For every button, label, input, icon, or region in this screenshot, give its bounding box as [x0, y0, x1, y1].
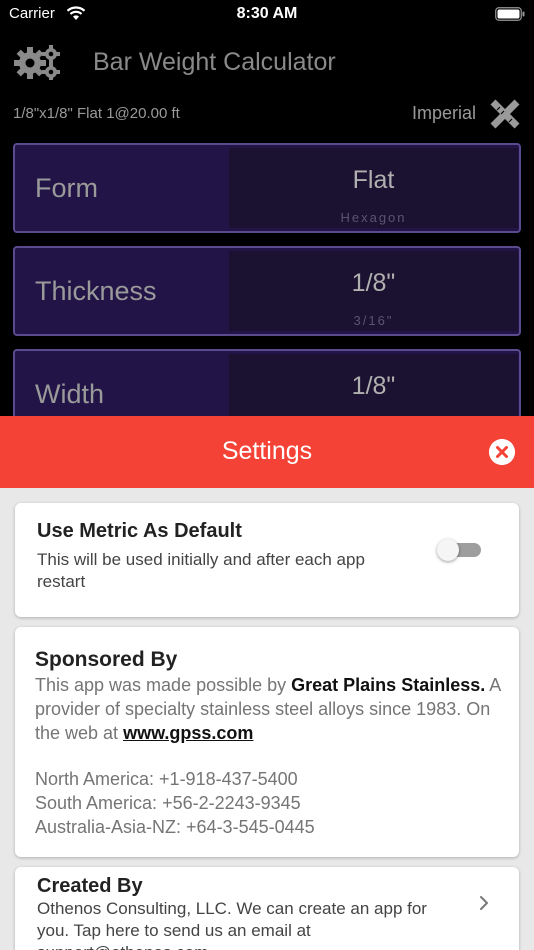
thickness-wheel[interactable]: 1/8" 3/16"	[229, 251, 518, 331]
toggle-knob	[437, 539, 459, 561]
sponsor-description: This app was made possible by Great Plai…	[35, 673, 505, 745]
gear-icon[interactable]	[13, 44, 61, 80]
settings-body: Use Metric As Default This will be used …	[0, 488, 534, 950]
metric-toggle[interactable]	[437, 539, 481, 561]
sponsor-company: Great Plains Stainless.	[291, 675, 486, 695]
thickness-next-option[interactable]: 3/16"	[229, 313, 518, 328]
sponsor-title: Sponsored By	[35, 648, 178, 671]
sponsor-card: Sponsored By This app was made possible …	[15, 627, 519, 857]
sponsor-intro: This app was made possible by	[35, 675, 292, 695]
chevron-right-icon[interactable]	[477, 893, 491, 913]
form-next-option[interactable]: Hexagon	[229, 210, 518, 225]
units-label[interactable]: Imperial	[412, 103, 476, 124]
contact-phone-australia-asia-nz[interactable]: Australia-Asia-NZ: +64-3-545-0445	[35, 815, 315, 839]
form-picker[interactable]: Form Flat Hexagon	[13, 143, 521, 233]
thickness-selected-value: 1/8"	[351, 269, 396, 297]
bar-summary: 1/8"x1/8" Flat 1@20.00 ft	[13, 105, 180, 122]
status-time: 8:30 AM	[236, 5, 298, 22]
metric-setting-description: This will be used initially and after ea…	[37, 550, 365, 591]
width-selected-value: 1/8"	[351, 372, 396, 400]
contact-phone-north-america[interactable]: North America: +1-918-437-5400	[35, 767, 315, 791]
form-selected-value: Flat	[352, 166, 395, 194]
settings-title: Settings	[221, 437, 313, 465]
creator-description: Othenos Consulting, LLC. We can create a…	[37, 899, 427, 950]
battery-icon	[495, 7, 525, 21]
metric-setting-title: Use Metric As Default	[37, 520, 242, 542]
contact-phone-south-america[interactable]: South America: +56-2-2243-9345	[35, 791, 315, 815]
status-bar: Carrier 8:30 AM	[0, 0, 534, 30]
width-label: Width	[35, 379, 105, 409]
thickness-label: Thickness	[35, 276, 157, 306]
form-wheel[interactable]: Flat Hexagon	[229, 148, 518, 228]
settings-header: Settings	[0, 416, 534, 488]
ruler-pencil-icon[interactable]	[488, 97, 522, 131]
contact-list: North America: +1-918-437-5400 South Ame…	[35, 767, 315, 839]
thickness-picker[interactable]: Thickness 1/8" 3/16"	[13, 246, 521, 336]
sponsor-website-link[interactable]: www.gpss.com	[123, 723, 253, 743]
close-icon[interactable]	[489, 439, 515, 465]
app-title: Bar Weight Calculator	[93, 48, 336, 76]
form-label: Form	[35, 173, 98, 203]
creator-title: Created By	[37, 875, 143, 897]
metric-setting-card: Use Metric As Default This will be used …	[15, 503, 519, 617]
creator-card[interactable]: Created By Othenos Consulting, LLC. We c…	[15, 867, 519, 950]
